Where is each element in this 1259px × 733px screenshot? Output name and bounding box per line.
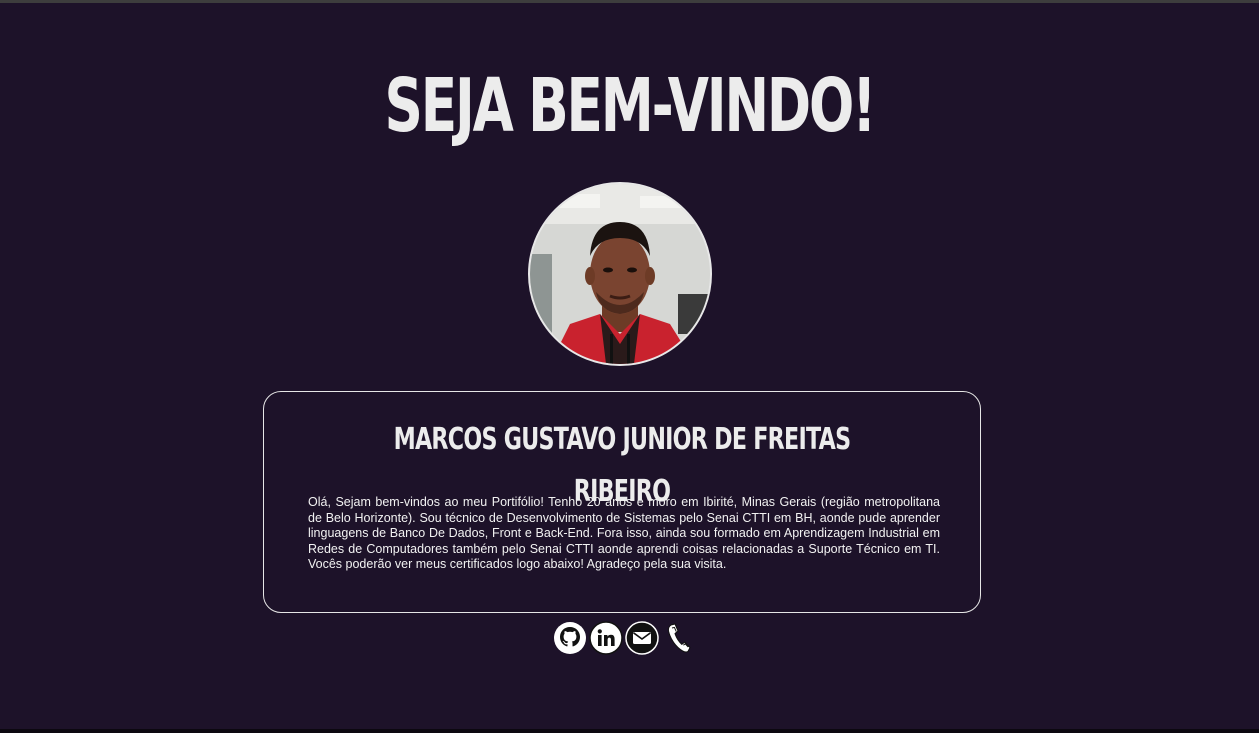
- avatar: [528, 182, 712, 366]
- phone-icon: [667, 623, 691, 653]
- social-links: [553, 621, 695, 655]
- profile-photo: [530, 184, 710, 364]
- page-bottom-edge: [0, 729, 1259, 733]
- profile-bio: Olá, Sejam bem-vindos ao meu Portifólio!…: [308, 495, 940, 572]
- email-icon: [625, 621, 659, 655]
- page-title: SEJA BEM-VINDO!: [384, 63, 877, 149]
- github-icon: [554, 622, 586, 654]
- email-link[interactable]: [625, 621, 659, 655]
- linkedin-icon: [589, 621, 623, 655]
- github-link[interactable]: [553, 621, 587, 655]
- phone-link[interactable]: [661, 621, 695, 655]
- profile-card: MARCOS GUSTAVO JUNIOR DE FREITAS RIBEIRO…: [263, 391, 981, 613]
- browser-top-edge: [0, 0, 1259, 3]
- linkedin-link[interactable]: [589, 621, 623, 655]
